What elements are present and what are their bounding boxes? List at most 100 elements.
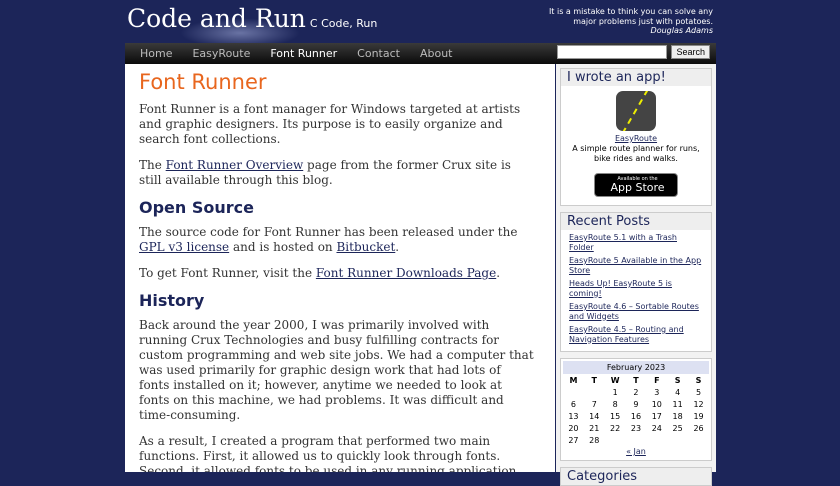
calendar-day: 18 (672, 411, 683, 421)
calendar-day (646, 434, 667, 446)
calendar-week: 13 14 15 16 17 18 19 (563, 410, 709, 422)
calendar-day (667, 434, 688, 446)
text: and is hosted on (229, 240, 337, 254)
history-paragraph: Back around the year 2000, I was primari… (139, 318, 534, 422)
text: To get Font Runner, visit the (139, 266, 316, 280)
overview-link[interactable]: Font Runner Overview (166, 158, 304, 172)
history-paragraph-2: As a result, I created a program that pe… (139, 434, 517, 472)
page-title: Font Runner (139, 70, 267, 94)
calendar-day: 3 (654, 387, 660, 397)
widget-title: Recent Posts (561, 213, 711, 230)
calendar-day-header: T (633, 375, 639, 385)
store-big: App Store (610, 181, 665, 194)
calendar-day-header: S (674, 375, 681, 385)
calendar-week: 1 2 3 4 5 (563, 386, 709, 398)
app-widget: I wrote an app! EasyRoute A simple route… (560, 68, 712, 206)
calendar-day (605, 434, 626, 446)
calendar-day: 10 (651, 399, 662, 409)
recent-post-link[interactable]: EasyRoute 5 Available in the App Store (569, 256, 703, 275)
header-quote: It is a mistake to think you can solve a… (543, 7, 713, 36)
heading-open-source: Open Source (139, 198, 254, 217)
main-nav: Home EasyRoute Font Runner Contact About… (125, 43, 716, 64)
widget-title: I wrote an app! (561, 69, 711, 86)
calendar-day (584, 386, 605, 398)
calendar-day: 15 (610, 411, 621, 421)
site-tagline: C Code, Run (309, 17, 378, 30)
sidebar: I wrote an app! EasyRoute A simple route… (556, 64, 716, 486)
widget-title: Categories (561, 468, 711, 485)
calendar-day: 11 (672, 399, 683, 409)
calendar-day: 21 (589, 423, 600, 433)
calendar-day: 7 (591, 399, 597, 409)
easyroute-app-icon[interactable] (616, 91, 656, 131)
quote-text: It is a mistake to think you can solve a… (548, 7, 713, 26)
site-title[interactable]: Code and Run (127, 4, 306, 33)
search-button[interactable]: Search (671, 45, 710, 59)
app-store-badge[interactable]: Available on the App Store (594, 173, 678, 197)
calendar-day: 26 (693, 423, 704, 433)
calendar-day: 16 (630, 411, 642, 421)
overview-paragraph: The Font Runner Overview page from the f… (139, 158, 534, 188)
gpl-link[interactable]: GPL v3 license (139, 240, 229, 254)
calendar-day-header: T (591, 375, 597, 385)
main-content: Font Runner Font Runner is a font manage… (125, 64, 555, 472)
calendar-day: 20 (568, 423, 579, 433)
calendar-week: 27 28 (563, 434, 709, 446)
calendar-day-header: M (569, 375, 578, 385)
recent-post-link[interactable]: Heads Up! EasyRoute 5 is coming! (569, 279, 703, 298)
calendar-day: 5 (695, 387, 702, 397)
easyroute-link[interactable]: EasyRoute (615, 134, 657, 143)
quote-author: Douglas Adams (650, 26, 713, 35)
calendar-day (563, 386, 584, 398)
calendar-day-header: W (610, 375, 620, 385)
nav-font-runner[interactable]: Font Runner (270, 47, 337, 60)
calendar-day: 6 (570, 399, 576, 409)
search-input[interactable] (557, 45, 668, 59)
downloads-link[interactable]: Font Runner Downloads Page (316, 266, 496, 280)
recent-post-link[interactable]: EasyRoute 5.1 with a Trash Folder (569, 233, 703, 252)
calendar-day: 27 (568, 435, 579, 445)
nav-about[interactable]: About (420, 47, 453, 60)
calendar-day: 23 (630, 423, 642, 433)
text: The source code for Font Runner has been… (139, 225, 518, 239)
site-logo[interactable]: Code and Run C Code, Run (127, 4, 377, 33)
bitbucket-link[interactable]: Bitbucket (336, 240, 395, 254)
calendar-day: 13 (568, 411, 579, 421)
calendar-caption: February 2023 (563, 361, 709, 374)
recent-post-link[interactable]: EasyRoute 4.6 – Sortable Routes and Widg… (569, 302, 703, 321)
calendar-day: 8 (612, 399, 618, 409)
calendar-day: 14 (589, 411, 600, 421)
site-header: Code and Run C Code, Run It is a mistake … (125, 0, 716, 48)
text: . (395, 240, 400, 254)
app-description: A simple route planner for runs, bike ri… (572, 144, 700, 163)
nav-home[interactable]: Home (140, 47, 172, 60)
calendar-day (688, 434, 709, 446)
calendar-day: 17 (651, 411, 662, 421)
categories-widget: Categories (560, 467, 712, 486)
calendar-day: 2 (633, 387, 639, 397)
nav-contact[interactable]: Contact (357, 47, 400, 60)
calendar-prev-link[interactable]: « Jan (626, 447, 646, 456)
search-form: Search (557, 45, 710, 59)
text: The (139, 158, 166, 172)
calendar-day: 12 (693, 399, 704, 409)
calendar-day-header: S (695, 375, 702, 385)
calendar-week: 6 7 8 9 10 11 12 (563, 398, 709, 410)
calendar-day: 28 (589, 435, 600, 445)
calendar-day: 19 (693, 411, 704, 421)
source-paragraph: The source code for Font Runner has been… (139, 225, 534, 255)
nav-easyroute[interactable]: EasyRoute (192, 47, 250, 60)
calendar-day: 9 (633, 399, 639, 409)
calendar-week: 20 21 22 23 24 25 26 (563, 422, 709, 434)
calendar-day: 24 (651, 423, 662, 433)
recent-posts-widget: Recent Posts EasyRoute 5.1 with a Trash … (560, 212, 712, 352)
text: . (496, 266, 501, 280)
calendar-day: 4 (675, 387, 681, 397)
intro-paragraph: Font Runner is a font manager for Window… (139, 102, 521, 146)
calendar-day-header: F (654, 375, 660, 385)
download-paragraph: To get Font Runner, visit the Font Runne… (139, 266, 534, 281)
calendar-day: 25 (672, 423, 683, 433)
calendar-day: 1 (612, 387, 618, 397)
calendar-day (626, 434, 647, 446)
recent-post-link[interactable]: EasyRoute 4.5 – Routing and Navigation F… (569, 325, 703, 344)
